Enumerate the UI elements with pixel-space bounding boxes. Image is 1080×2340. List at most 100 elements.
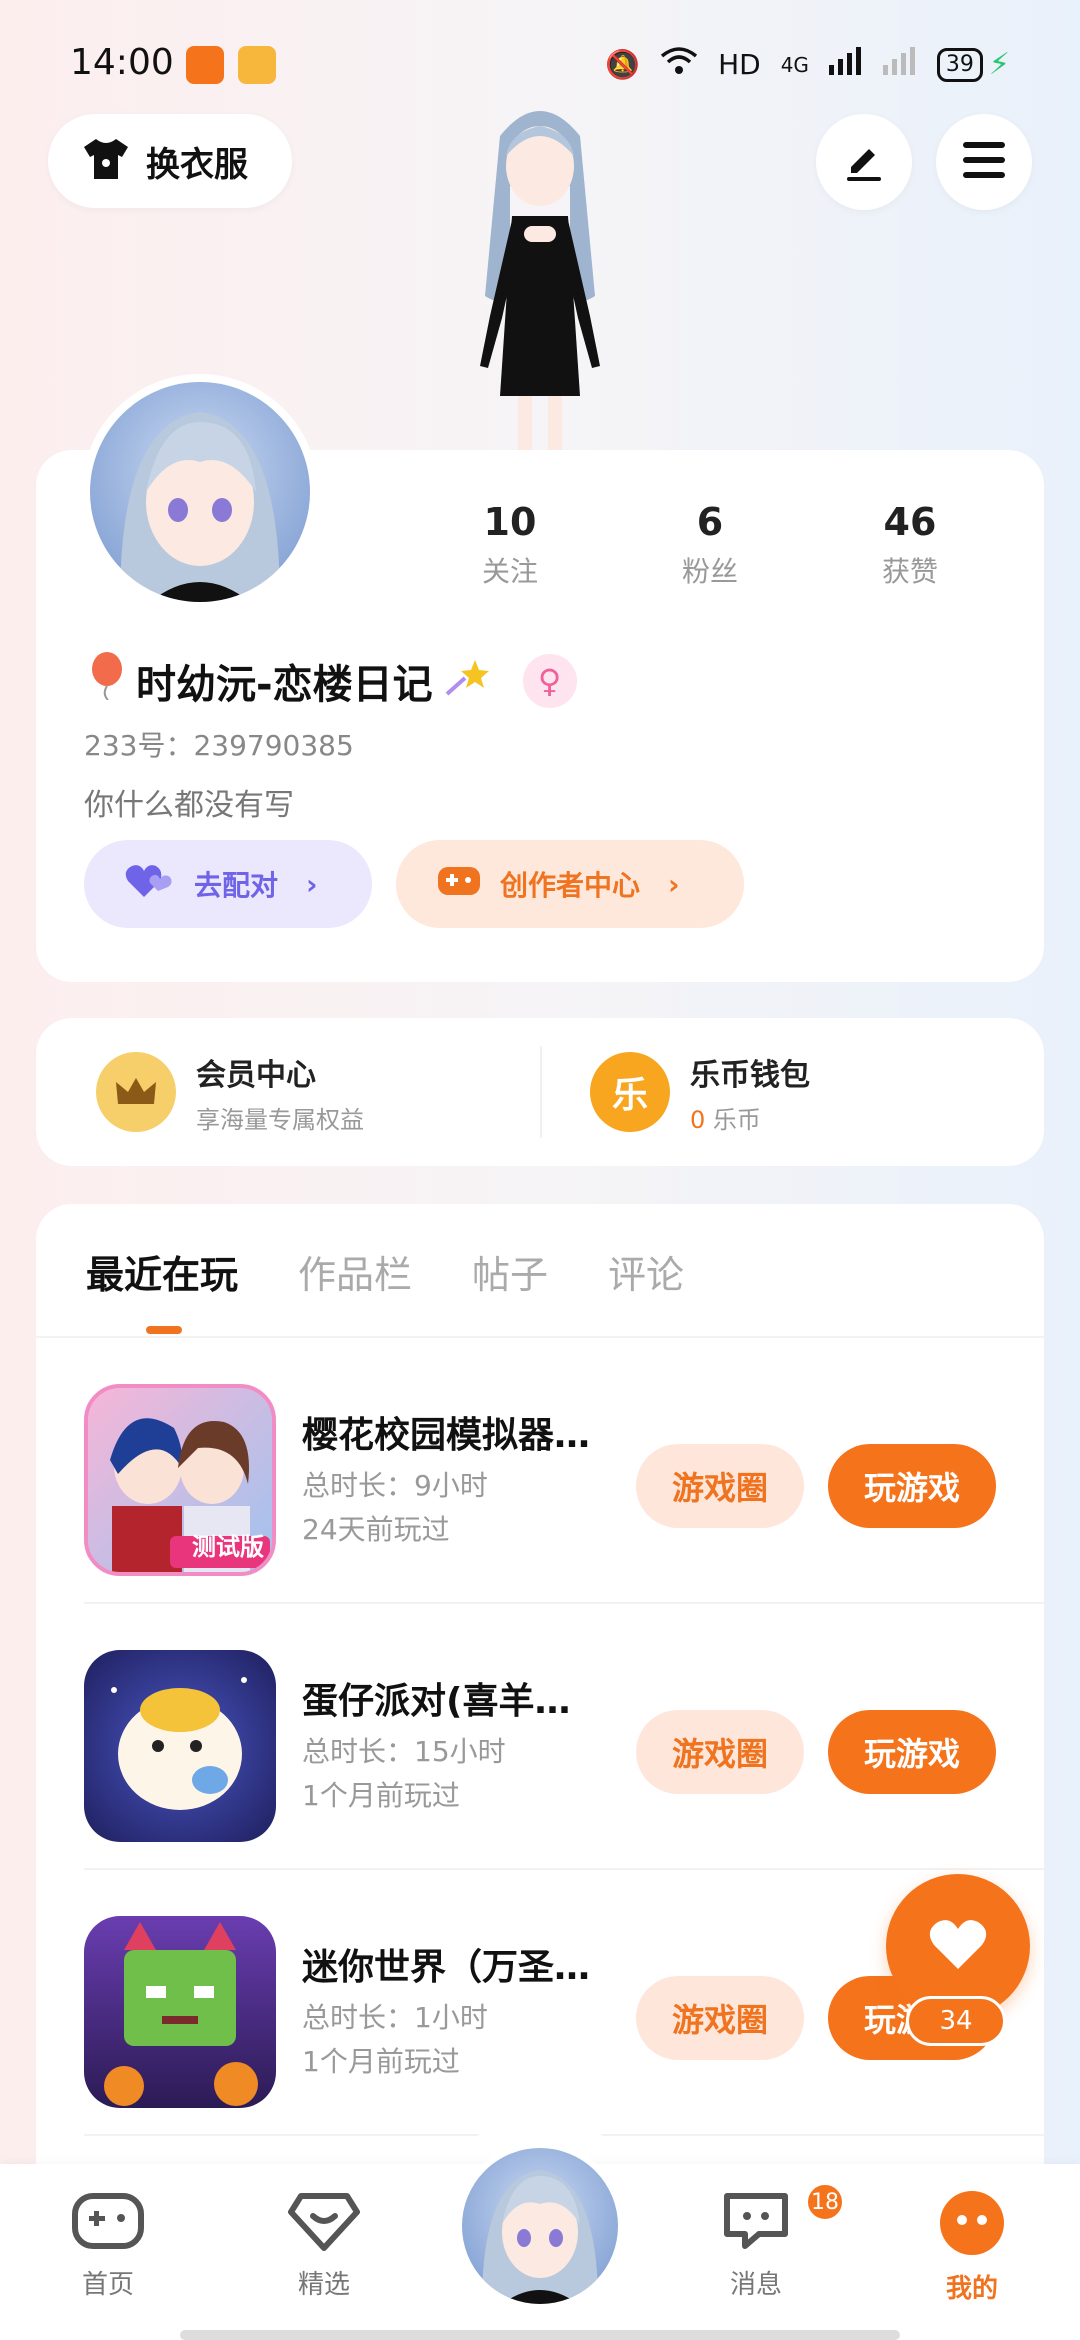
gamepad-icon (436, 863, 482, 906)
game-last-played: 24天前玩过 (302, 1513, 450, 1546)
match-button[interactable]: 去配对 › (84, 840, 372, 928)
nav-home-label: 首页 (81, 2270, 134, 2300)
game-icon-eggy[interactable] (84, 1650, 276, 1842)
tshirt-icon (80, 137, 132, 185)
profile-avatar[interactable] (82, 374, 318, 610)
signal-label: 4G (780, 52, 809, 77)
nav-messages[interactable]: 18 消息 (686, 2182, 845, 2301)
stat-following-num: 10 (483, 500, 537, 544)
battery-icon: 39 (936, 47, 983, 82)
shooting-star-icon (445, 656, 493, 706)
chevron-right-icon: › (306, 867, 318, 901)
user-bio[interactable]: 你什么都没有写 (84, 780, 294, 824)
stat-followers-label: 粉丝 (681, 555, 738, 588)
game-name: 樱花校园模拟器… (302, 1415, 591, 1456)
coin-icon: 乐 (590, 1052, 670, 1132)
heart-icon (928, 1917, 988, 1975)
game-icon-mini-world[interactable] (84, 1916, 276, 2108)
game-circle-button[interactable]: 游戏圈 (636, 1710, 804, 1794)
character-figure[interactable] (420, 96, 660, 456)
hd-label: HD (718, 48, 761, 81)
game-tag: 测试版 (192, 1533, 264, 1561)
stat-followers-num: 6 (696, 500, 724, 544)
female-icon: ♀ (522, 654, 577, 708)
nav-mine[interactable]: 我的 (902, 2190, 1042, 2305)
tab-bar: 最近在玩 作品栏 帖子 评论 (86, 1244, 684, 1299)
game-last-played: 1个月前玩过 (302, 1779, 460, 1812)
pen-icon (841, 137, 887, 187)
like-count-badge: 34 (906, 1996, 1006, 2046)
tab-comments[interactable]: 评论 (608, 1244, 684, 1299)
nickname-row: 时幼沅-恋楼日记 ♀ (90, 652, 577, 710)
wallet-amount: 0 (690, 1105, 706, 1134)
edit-profile-button[interactable] (816, 114, 912, 210)
nickname: 时幼沅-恋楼日记 (136, 662, 433, 708)
game-row-sakura[interactable]: 测试版 樱花校园模拟器… 总时长：9小时 24天前玩过 游戏圈 玩游戏 (36, 1338, 1044, 1604)
wallet[interactable]: 乐 乐币钱包 0 乐币 (590, 1018, 810, 1166)
game-name: 迷你世界（万圣… (302, 1947, 591, 1988)
creator-center-button[interactable]: 创作者中心 › (396, 840, 744, 928)
change-outfit-label: 换衣服 (146, 144, 248, 185)
nav-mine-label: 我的 (945, 2274, 998, 2304)
match-label: 去配对 (194, 869, 279, 902)
signal-icon (828, 47, 863, 82)
menu-button[interactable] (936, 114, 1032, 210)
stat-likes[interactable]: 46 获赞 (850, 500, 970, 590)
hearts-icon (124, 861, 176, 908)
diamond-heart-icon (287, 2193, 361, 2256)
notification-app-icon (186, 46, 224, 84)
game-row-eggy[interactable]: 蛋仔派对(喜羊… 总时长：15小时 1个月前玩过 游戏圈 玩游戏 (36, 1604, 1044, 1870)
tab-posts[interactable]: 帖子 (472, 1244, 548, 1299)
weibo-icon (238, 46, 276, 84)
game-duration: 总时长：15小时 (302, 1735, 506, 1768)
user-id[interactable]: 233号：239790385 (84, 724, 354, 764)
profile-face-icon (938, 2191, 1006, 2260)
creator-center-label: 创作者中心 (500, 869, 641, 902)
stat-likes-num: 46 (883, 500, 937, 544)
charging-icon: ⚡ (988, 47, 1010, 82)
game-circle-button[interactable]: 游戏圈 (636, 1976, 804, 2060)
tab-works[interactable]: 作品栏 (298, 1244, 412, 1299)
status-indicators: 🔕 HD 4G 39 ⚡ (605, 46, 1010, 83)
profile-stats: 10 关注 6 粉丝 46 获赞 (450, 500, 970, 590)
chat-icon: 18 (719, 2182, 845, 2256)
stat-followers[interactable]: 6 粉丝 (650, 500, 770, 590)
member-center-title: 会员中心 (196, 1057, 316, 1093)
stat-following[interactable]: 10 关注 (450, 500, 570, 590)
active-tab-indicator (146, 1326, 182, 1334)
wallet-title: 乐币钱包 (690, 1057, 810, 1093)
stat-likes-label: 获赞 (881, 555, 938, 588)
wifi-icon (660, 46, 698, 83)
divider (540, 1046, 542, 1138)
vip-wallet-card: 会员中心 享海量专属权益 乐 乐币钱包 0 乐币 (36, 1018, 1044, 1166)
member-center-subtitle: 享海量专属权益 (196, 1105, 364, 1134)
menu-icon (961, 140, 1007, 184)
content-card: 最近在玩 作品栏 帖子 评论 测试版 樱花校园模拟器… 总时长：9小时 24天前… (36, 1204, 1044, 2204)
game-name: 蛋仔派对(喜羊… (302, 1681, 571, 1722)
wallet-balance: 0 乐币 (690, 1100, 810, 1135)
nav-messages-label: 消息 (729, 2270, 782, 2300)
nav-featured[interactable]: 精选 (254, 2190, 394, 2301)
play-game-button[interactable]: 玩游戏 (828, 1444, 996, 1528)
mute-icon: 🔕 (605, 48, 641, 81)
nav-home[interactable]: 首页 (38, 2190, 178, 2301)
game-duration: 总时长：1小时 (302, 2001, 488, 2034)
tab-recent[interactable]: 最近在玩 (86, 1244, 238, 1299)
chevron-right-icon: › (668, 867, 680, 901)
game-icon-sakura[interactable]: 测试版 (84, 1384, 276, 1576)
messages-badge: 18 (805, 2182, 845, 2222)
wallet-unit: 乐币 (712, 1105, 761, 1134)
gamepad-icon (71, 2193, 145, 2256)
play-game-button[interactable]: 玩游戏 (828, 1710, 996, 1794)
change-outfit-button[interactable]: 换衣服 (48, 114, 292, 208)
crown-icon (96, 1052, 176, 1132)
member-center[interactable]: 会员中心 享海量专属权益 (96, 1018, 364, 1166)
nav-center-avatar[interactable] (456, 2142, 624, 2310)
home-indicator[interactable] (180, 2330, 900, 2340)
status-time: 14:00 (70, 42, 174, 83)
nav-featured-label: 精选 (297, 2270, 350, 2300)
game-circle-button[interactable]: 游戏圈 (636, 1444, 804, 1528)
game-row-mini-world[interactable]: 迷你世界（万圣… 总时长：1小时 1个月前玩过 游戏圈 玩游戏 (36, 1870, 1044, 2136)
game-duration: 总时长：9小时 (302, 1469, 488, 1502)
game-last-played: 1个月前玩过 (302, 2045, 460, 2078)
